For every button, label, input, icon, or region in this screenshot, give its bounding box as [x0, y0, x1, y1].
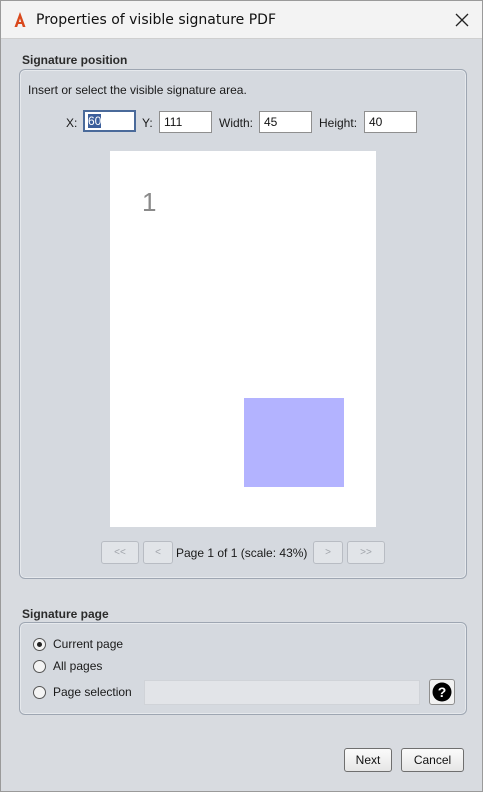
question-mark-icon: ?: [432, 682, 452, 702]
next-page-button[interactable]: >: [313, 541, 343, 564]
all-pages-label: All pages: [53, 659, 103, 673]
page-status: Page 1 of 1 (scale: 43%): [176, 546, 308, 560]
help-button[interactable]: ?: [429, 679, 455, 705]
page-selection-field[interactable]: [144, 680, 420, 705]
acrobat-icon: [14, 12, 26, 27]
next-button[interactable]: Next: [344, 748, 392, 772]
title-bar: Properties of visible signature PDF: [1, 1, 482, 39]
instruction-text: Insert or select the visible signature a…: [28, 83, 247, 97]
page-selection-radio[interactable]: [33, 685, 46, 699]
x-field[interactable]: 60: [83, 110, 136, 132]
all-pages-option[interactable]: All pages: [33, 659, 102, 673]
signature-position-label: Signature position: [22, 53, 128, 67]
y-label: Y:: [142, 116, 153, 130]
last-page-button[interactable]: >>: [347, 541, 385, 564]
height-label: Height:: [319, 116, 358, 130]
x-label: X:: [66, 116, 78, 130]
height-field[interactable]: [364, 111, 417, 133]
signature-page-label: Signature page: [22, 607, 109, 621]
signature-area[interactable]: [244, 398, 344, 487]
current-page-option[interactable]: Current page: [33, 637, 123, 651]
width-field[interactable]: [259, 111, 312, 133]
close-button[interactable]: [450, 9, 474, 31]
page-preview[interactable]: 1: [110, 151, 376, 527]
current-page-radio[interactable]: [33, 637, 46, 651]
current-page-label: Current page: [53, 637, 124, 651]
svg-text:?: ?: [438, 684, 447, 700]
close-icon: [455, 13, 469, 27]
dialog-window: Properties of visible signature PDF Sign…: [0, 0, 483, 792]
width-label: Width:: [219, 116, 254, 130]
previous-page-button[interactable]: <: [143, 541, 173, 564]
page-selection-option[interactable]: Page selection: [33, 685, 132, 699]
first-page-button[interactable]: <<: [101, 541, 139, 564]
x-value: 60: [88, 114, 102, 128]
all-pages-radio[interactable]: [33, 659, 46, 673]
cancel-button[interactable]: Cancel: [401, 748, 464, 772]
window-title: Properties of visible signature PDF: [36, 12, 277, 28]
y-field[interactable]: [159, 111, 212, 133]
page-selection-label: Page selection: [53, 685, 132, 699]
preview-page-number: 1: [142, 187, 157, 217]
